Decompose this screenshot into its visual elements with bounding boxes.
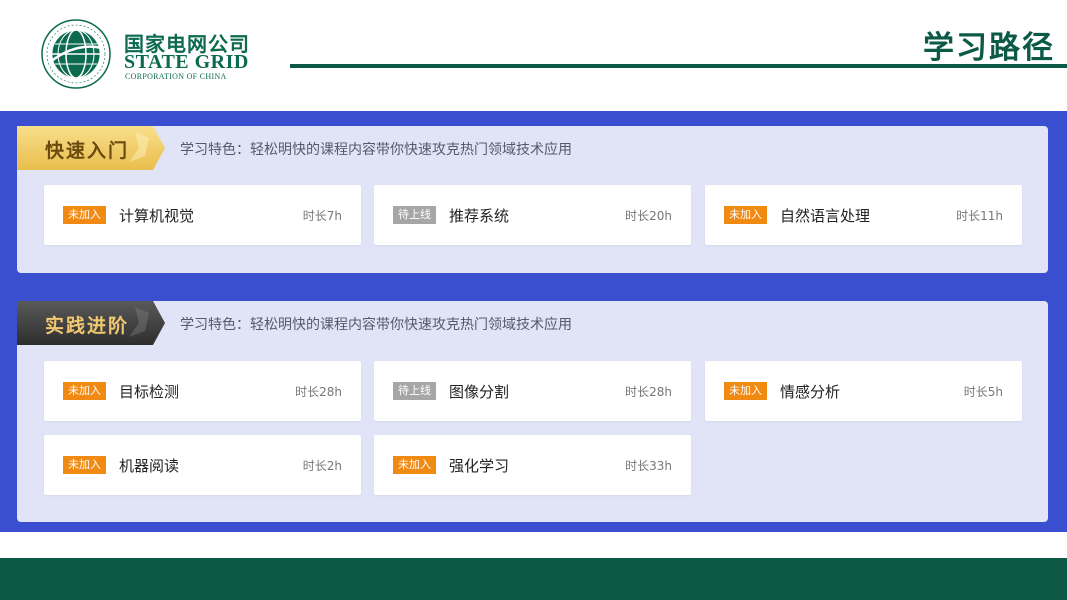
- course-duration: 时长28h: [625, 385, 672, 399]
- status-badge: 待上线: [393, 382, 436, 400]
- logo-english-subtitle: CORPORATION OF CHINA: [125, 72, 227, 81]
- page-title: 学习路径: [923, 30, 1055, 66]
- course-duration: 时长28h: [295, 385, 342, 399]
- section-tag-label: 实践进阶: [45, 315, 130, 337]
- course-card[interactable]: 未加入 情感分析 时长5h: [705, 361, 1022, 421]
- status-badge: 未加入: [724, 382, 767, 400]
- section-tag-label: 快速入门: [45, 140, 130, 162]
- course-duration: 时长2h: [302, 459, 342, 473]
- course-name: 图像分割: [449, 383, 510, 401]
- status-badge: 未加入: [63, 382, 106, 400]
- course-duration: 时长5h: [963, 385, 1003, 399]
- course-name: 自然语言处理: [780, 207, 871, 225]
- course-card[interactable]: 未加入 强化学习 时长33h: [374, 435, 691, 495]
- status-badge: 未加入: [63, 456, 106, 474]
- course-name: 计算机视觉: [119, 207, 195, 225]
- course-name: 推荐系统: [449, 207, 510, 225]
- course-name: 目标检测: [119, 383, 180, 401]
- header: 国家电网公司 STATE GRID CORPORATION OF CHINA 学…: [0, 0, 1067, 111]
- logo-english-name: STATE GRID: [124, 51, 249, 73]
- course-name: 机器阅读: [119, 457, 180, 475]
- course-card[interactable]: 待上线 图像分割 时长28h: [374, 361, 691, 421]
- status-badge: 未加入: [724, 206, 767, 224]
- course-card[interactable]: 未加入 计算机视觉 时长7h: [44, 185, 361, 245]
- section-feature-text: 学习特色：轻松明快的课程内容带你快速攻克热门领域技术应用: [180, 142, 572, 158]
- course-card[interactable]: 未加入 目标检测 时长28h: [44, 361, 361, 421]
- slide: 国家电网公司 STATE GRID CORPORATION OF CHINA 学…: [0, 0, 1067, 600]
- section-feature-text: 学习特色：轻松明快的课程内容带你快速攻克热门领域技术应用: [180, 317, 572, 333]
- course-card[interactable]: 未加入 机器阅读 时长2h: [44, 435, 361, 495]
- section-advanced-practice: 实践进阶 学习特色：轻松明快的课程内容带你快速攻克热门领域技术应用 未加入 目标…: [17, 301, 1048, 522]
- section-quick-start: 快速入门 学习特色：轻松明快的课程内容带你快速攻克热门领域技术应用 未加入 计算…: [17, 126, 1048, 273]
- section-tag: 快速入门: [17, 126, 165, 170]
- title-divider: [290, 64, 1067, 68]
- course-name: 强化学习: [449, 457, 510, 475]
- course-name: 情感分析: [780, 383, 841, 401]
- course-card[interactable]: 未加入 自然语言处理 时长11h: [705, 185, 1022, 245]
- course-duration: 时长7h: [302, 209, 342, 223]
- course-duration: 时长33h: [625, 459, 672, 473]
- status-badge: 未加入: [63, 206, 106, 224]
- state-grid-emblem-icon: [41, 19, 111, 89]
- course-duration: 时长20h: [625, 209, 672, 223]
- status-badge: 未加入: [393, 456, 436, 474]
- course-card[interactable]: 待上线 推荐系统 时长20h: [374, 185, 691, 245]
- section-tag: 实践进阶: [17, 301, 165, 345]
- footer-bar: [0, 558, 1067, 600]
- status-badge: 待上线: [393, 206, 436, 224]
- course-duration: 时长11h: [956, 209, 1003, 223]
